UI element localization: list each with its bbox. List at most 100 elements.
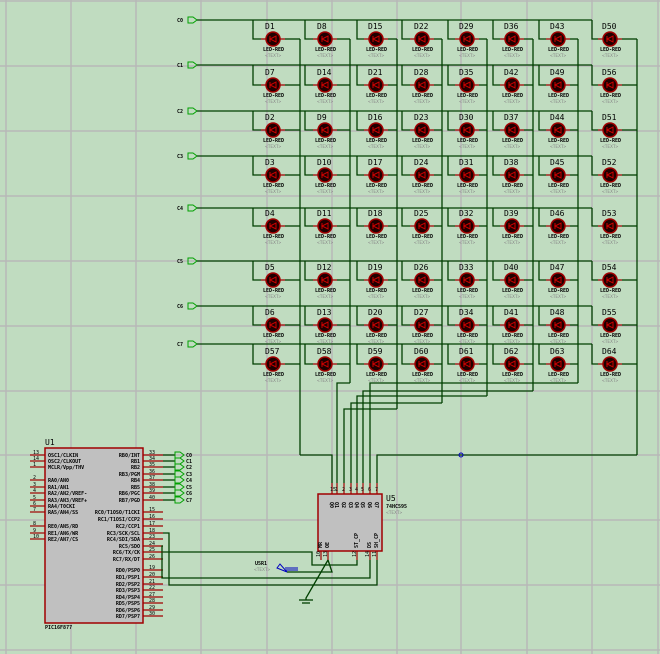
wire[interactable] [401, 65, 410, 86]
row-terminal-4[interactable] [187, 204, 198, 212]
wire[interactable] [401, 261, 410, 281]
wire[interactable] [252, 156, 261, 176]
led-icon[interactable] [602, 317, 618, 333]
wire[interactable] [304, 65, 313, 86]
wire[interactable] [538, 111, 546, 131]
led-icon[interactable] [459, 31, 475, 47]
led-d1[interactable] [261, 31, 285, 47]
led-icon[interactable] [459, 218, 475, 234]
wire[interactable] [492, 111, 500, 131]
led-d46[interactable] [546, 218, 570, 234]
led-icon[interactable] [504, 77, 520, 93]
led-icon[interactable] [265, 122, 281, 138]
wire[interactable] [300, 454, 333, 483]
wire[interactable] [401, 208, 410, 227]
wire[interactable] [492, 306, 500, 326]
led-icon[interactable] [368, 218, 384, 234]
led-icon[interactable] [265, 77, 281, 93]
led-d17[interactable] [364, 167, 388, 183]
led-icon[interactable] [504, 218, 520, 234]
led-icon[interactable] [602, 77, 618, 93]
led-icon[interactable] [317, 167, 333, 183]
wire[interactable] [447, 261, 455, 281]
led-d60[interactable] [410, 356, 434, 372]
led-d23[interactable] [410, 122, 434, 138]
schematic-canvas[interactable]: C0 C1 C2 C3 C4 C5 C6 C7 D1 LED-RED <TEXT> D8 LED-RED… [0, 0, 660, 654]
wire[interactable] [447, 208, 455, 227]
led-icon[interactable] [550, 356, 566, 372]
led-d28[interactable] [410, 77, 434, 93]
led-icon[interactable] [459, 122, 475, 138]
wire[interactable] [492, 156, 500, 176]
led-icon[interactable] [602, 31, 618, 47]
rb-terminal-1[interactable] [174, 457, 185, 465]
led-d49[interactable] [546, 77, 570, 93]
wire[interactable] [492, 261, 500, 281]
led-d14[interactable] [313, 77, 337, 93]
wire[interactable] [538, 344, 546, 365]
led-d47[interactable] [546, 272, 570, 288]
wire[interactable] [304, 20, 313, 40]
led-d18[interactable] [364, 218, 388, 234]
led-d44[interactable] [546, 122, 570, 138]
led-d34[interactable] [455, 317, 479, 333]
wire[interactable] [362, 390, 533, 483]
led-icon[interactable] [265, 31, 281, 47]
led-icon[interactable] [602, 218, 618, 234]
led-icon[interactable] [550, 122, 566, 138]
wire[interactable] [356, 344, 364, 365]
led-icon[interactable] [504, 272, 520, 288]
rb-terminal-7[interactable] [174, 496, 185, 504]
led-d8[interactable] [313, 31, 337, 47]
led-icon[interactable] [459, 272, 475, 288]
led-d31[interactable] [455, 167, 479, 183]
wire[interactable] [356, 208, 364, 227]
led-d19[interactable] [364, 272, 388, 288]
led-d37[interactable] [500, 122, 524, 138]
wire[interactable] [538, 20, 546, 40]
led-d26[interactable] [410, 272, 434, 288]
led-d43[interactable] [546, 31, 570, 47]
led-icon[interactable] [368, 122, 384, 138]
led-d39[interactable] [500, 218, 524, 234]
wire[interactable] [401, 20, 410, 40]
led-d61[interactable] [455, 356, 479, 372]
wire[interactable] [401, 156, 410, 176]
led-d58[interactable] [313, 356, 337, 372]
led-icon[interactable] [550, 77, 566, 93]
led-icon[interactable] [317, 31, 333, 47]
led-icon[interactable] [459, 356, 475, 372]
led-d27[interactable] [410, 317, 434, 333]
led-icon[interactable] [602, 122, 618, 138]
led-d4[interactable] [261, 218, 285, 234]
led-d38[interactable] [500, 167, 524, 183]
led-d62[interactable] [500, 356, 524, 372]
wire[interactable] [492, 208, 500, 227]
led-icon[interactable] [504, 122, 520, 138]
led-d25[interactable] [410, 218, 434, 234]
led-icon[interactable] [317, 77, 333, 93]
wire[interactable] [591, 344, 598, 365]
wire[interactable] [538, 65, 546, 86]
wire[interactable] [376, 454, 637, 483]
led-d45[interactable] [546, 167, 570, 183]
led-icon[interactable] [317, 122, 333, 138]
led-icon[interactable] [459, 167, 475, 183]
led-d33[interactable] [455, 272, 479, 288]
led-icon[interactable] [550, 31, 566, 47]
wire[interactable] [447, 20, 455, 40]
wire[interactable] [447, 306, 455, 326]
rb-terminal-6[interactable] [174, 489, 185, 497]
led-icon[interactable] [602, 167, 618, 183]
row-terminal-0[interactable] [187, 16, 198, 24]
wire[interactable] [304, 208, 313, 227]
led-icon[interactable] [317, 218, 333, 234]
wire[interactable] [447, 111, 455, 131]
led-d21[interactable] [364, 77, 388, 93]
wire[interactable] [252, 20, 261, 40]
row-terminal-6[interactable] [187, 302, 198, 310]
rb-terminal-3[interactable] [174, 470, 185, 478]
wire[interactable] [538, 156, 546, 176]
led-icon[interactable] [414, 31, 430, 47]
led-d55[interactable] [598, 317, 622, 333]
